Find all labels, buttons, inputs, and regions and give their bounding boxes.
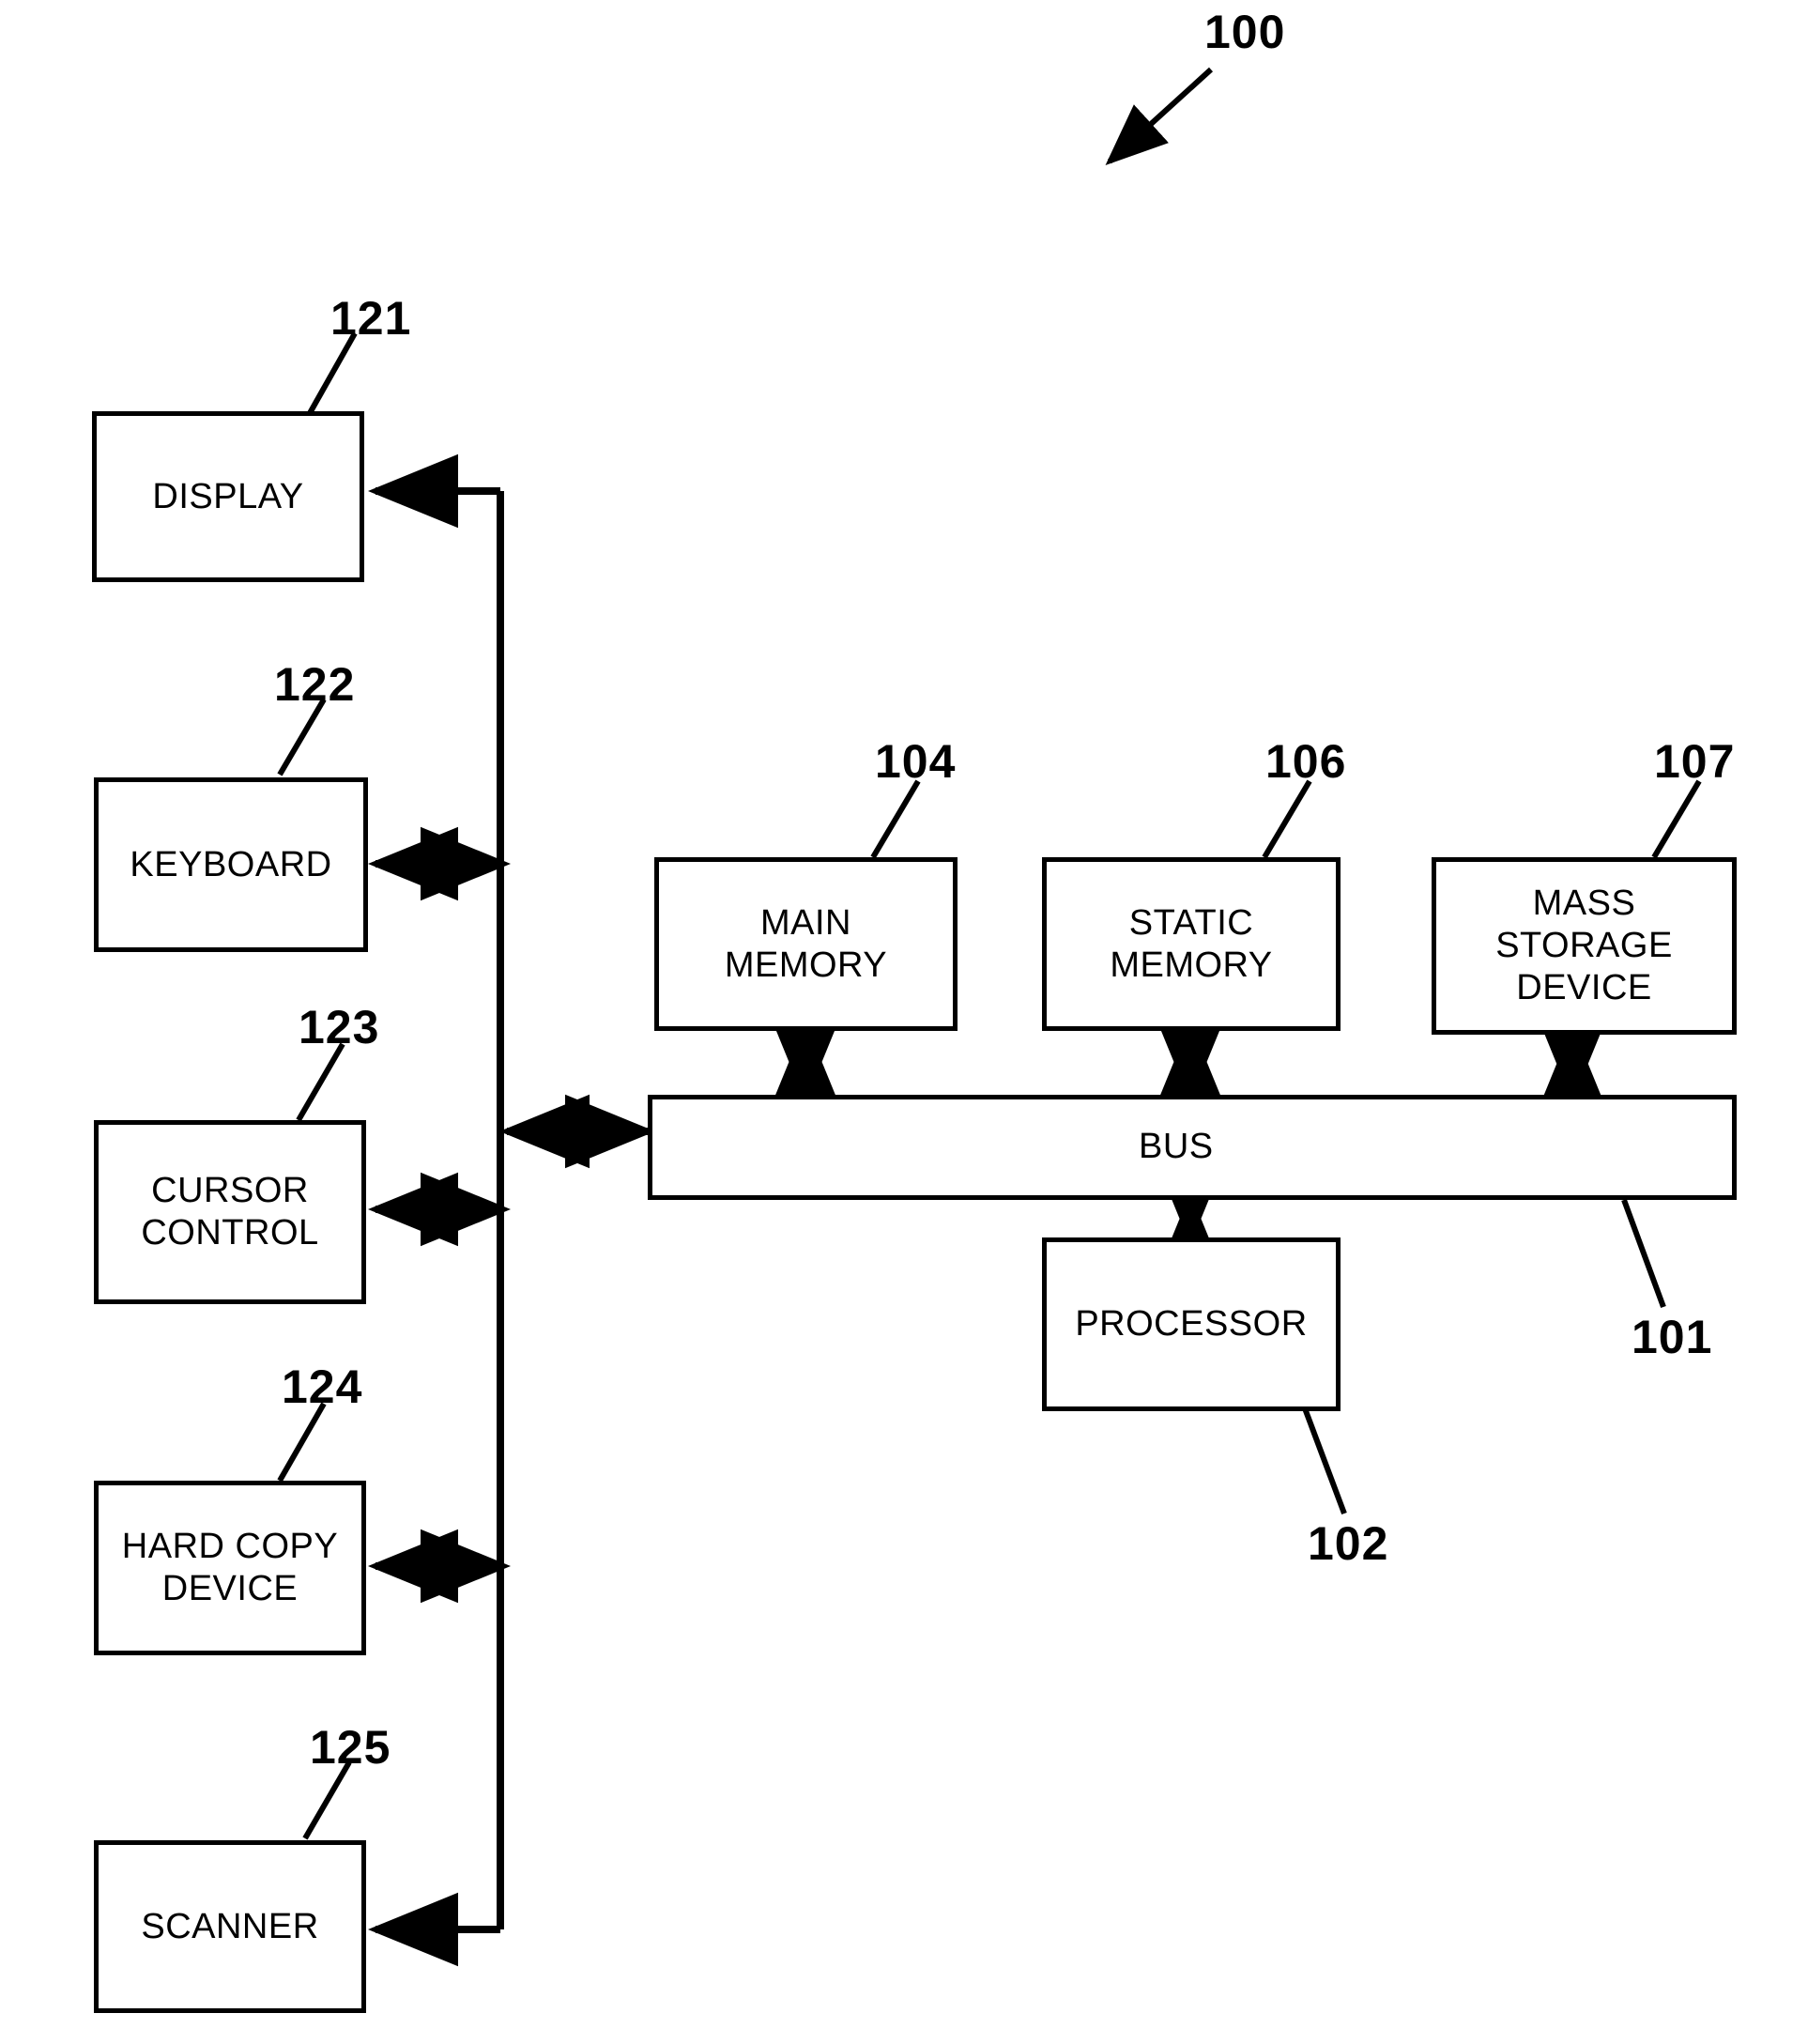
keyboard-box[interactable]: KEYBOARD	[94, 777, 368, 952]
scanner-box-label: SCANNER	[141, 1906, 319, 1946]
cursor-control-box-label: CURSOR CONTROL	[141, 1171, 319, 1253]
ref-leader-102	[1302, 1406, 1347, 1515]
figure-ref-100-leader	[1105, 67, 1214, 166]
display-box-label: DISPLAY	[152, 476, 304, 516]
processor-box-label: PROCESSOR	[1075, 1304, 1308, 1345]
cursor-control-box[interactable]: CURSOR CONTROL	[94, 1120, 366, 1304]
hard-copy-device-box-label: HARD COPY DEVICE	[121, 1527, 339, 1608]
static-memory-box[interactable]: STATIC MEMORY	[1042, 857, 1341, 1031]
mass-storage-device-box-label: MASS STORAGE DEVICE	[1495, 884, 1673, 1007]
ref-numeral-107: 107	[1654, 735, 1736, 788]
mass-storage-device-box[interactable]: MASS STORAGE DEVICE	[1432, 857, 1737, 1035]
ref-numeral-106: 106	[1265, 735, 1347, 788]
ref-numeral-121: 121	[330, 292, 412, 345]
hard-copy-device-box[interactable]: HARD COPY DEVICE	[94, 1481, 366, 1655]
ref-leader-107	[1651, 779, 1702, 859]
ref-numeral-100: 100	[1204, 6, 1286, 58]
ref-numeral-123: 123	[299, 1001, 380, 1053]
ref-numeral-124: 124	[282, 1360, 363, 1413]
ref-leader-104	[870, 779, 921, 859]
processor-box[interactable]: PROCESSOR	[1042, 1237, 1341, 1411]
main-memory-box[interactable]: MAIN MEMORY	[654, 857, 958, 1031]
ref-numeral-122: 122	[274, 658, 356, 711]
ref-leader-101	[1621, 1198, 1666, 1309]
keyboard-box-label: KEYBOARD	[130, 844, 332, 884]
main-memory-box-label: MAIN MEMORY	[724, 902, 888, 985]
ref-numeral-101: 101	[1632, 1311, 1713, 1363]
scanner-box[interactable]: SCANNER	[94, 1840, 366, 2013]
ref-leader-124	[277, 1402, 327, 1483]
ref-leader-123	[296, 1042, 345, 1122]
ref-leader-106	[1262, 779, 1312, 859]
ref-numeral-104: 104	[875, 735, 957, 788]
ref-numeral-102: 102	[1308, 1517, 1389, 1570]
ref-numeral-125: 125	[310, 1721, 391, 1774]
bus-box-label: BUS	[1139, 1127, 1214, 1166]
static-memory-box-label: STATIC MEMORY	[1110, 902, 1273, 985]
patent-figure-canvas: DISPLAY KEYBOARD CURSOR CONTROL HARD COP…	[0, 0, 1808, 2044]
display-box[interactable]: DISPLAY	[92, 411, 364, 582]
